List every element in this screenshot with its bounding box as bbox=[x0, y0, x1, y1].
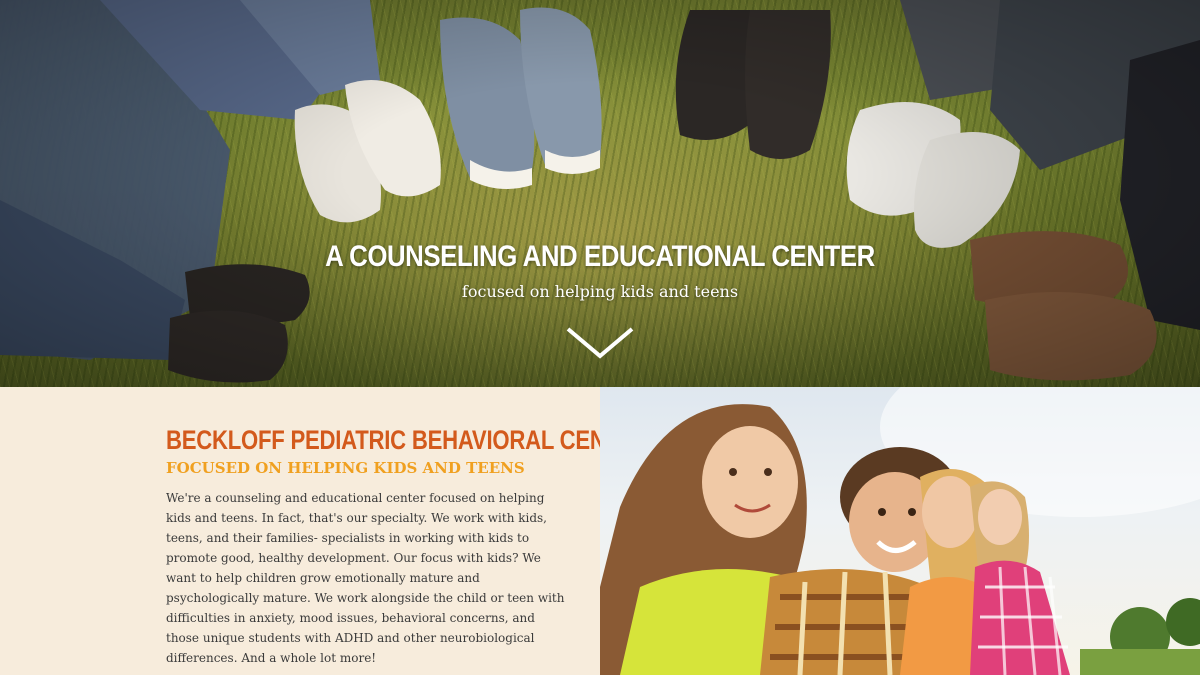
page: A COUNSELING AND EDUCATIONAL CENTER focu… bbox=[0, 0, 1200, 675]
kids-photo bbox=[600, 387, 1200, 675]
intro-heading: BECKLOFF PEDIATRIC BEHAVIORAL CENTER bbox=[166, 425, 650, 455]
hero-title: A COUNSELING AND EDUCATIONAL CENTER bbox=[325, 240, 875, 273]
kids-photo-illustration bbox=[600, 387, 1200, 675]
hero-banner: A COUNSELING AND EDUCATIONAL CENTER focu… bbox=[0, 0, 1200, 387]
intro-subheading: FOCUSED ON HELPING KIDS AND TEENS bbox=[166, 459, 525, 477]
chevron-down-icon[interactable] bbox=[566, 326, 634, 360]
hero-subtitle: focused on helping kids and teens bbox=[461, 282, 739, 301]
intro-section: BECKLOFF PEDIATRIC BEHAVIORAL CENTER FOC… bbox=[0, 387, 649, 675]
intro-body-text: We're a counseling and educational cente… bbox=[166, 491, 565, 665]
